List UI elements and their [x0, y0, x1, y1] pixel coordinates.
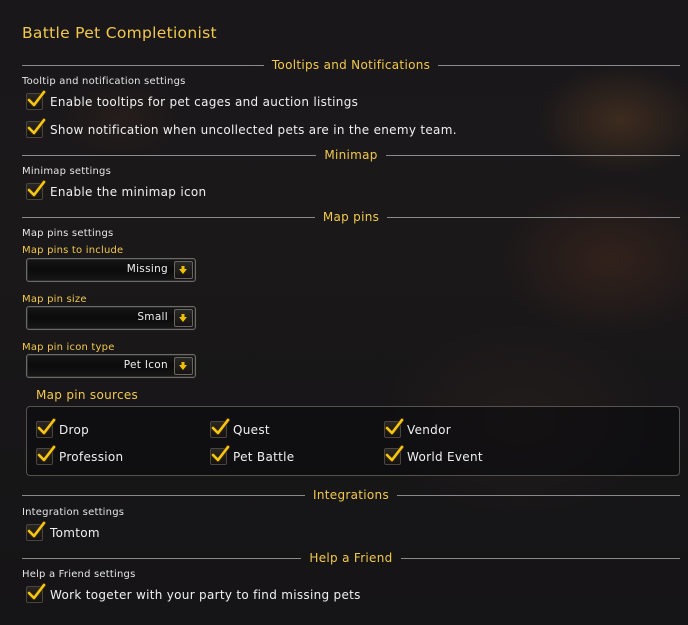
arrow-down-icon	[178, 361, 188, 371]
dropdown-button[interactable]	[174, 357, 193, 375]
checkbox-label: Pet Battle	[233, 449, 295, 464]
section-title: Map pins	[322, 210, 380, 224]
section-sublabel: Map pins settings	[22, 228, 114, 239]
divider-line	[22, 557, 302, 559]
section-header-minimap: Minimap	[22, 148, 681, 162]
checkbox-label: Quest	[233, 422, 270, 437]
checkbox[interactable]	[26, 183, 43, 200]
checkbox-source-pet-battle[interactable]: Pet Battle	[210, 448, 294, 465]
divider-line	[22, 64, 264, 66]
section-header-map-pins: Map pins	[22, 210, 681, 224]
divider-line	[438, 64, 681, 66]
dropdown-button[interactable]	[174, 261, 193, 279]
checkbox-source-world-event[interactable]: World Event	[384, 448, 483, 465]
divider-line	[22, 154, 317, 156]
checkbox-tomtom[interactable]: Tomtom	[26, 524, 100, 541]
section-sublabel: Minimap settings	[22, 166, 111, 177]
checkmark-icon	[26, 521, 46, 541]
divider-line	[22, 216, 315, 218]
checkmark-icon	[210, 418, 230, 438]
checkbox[interactable]	[36, 448, 53, 465]
checkmark-icon	[26, 180, 46, 200]
dropdown-value: Missing	[126, 263, 168, 275]
dropdown-label: Map pin icon type	[22, 342, 115, 353]
checkbox-label: Tomtom	[50, 525, 100, 540]
checkmark-icon	[384, 445, 404, 465]
section-sublabel: Integration settings	[22, 507, 125, 518]
checkbox-help-a-friend[interactable]: Work togeter with your party to find mis…	[26, 586, 361, 603]
checkmark-icon	[26, 118, 46, 138]
checkbox[interactable]	[36, 421, 53, 438]
checkmark-icon	[26, 90, 46, 110]
checkbox-label: Show notification when uncollected pets …	[50, 122, 457, 137]
checkbox-source-drop[interactable]: Drop	[36, 421, 89, 438]
section-sublabel: Help a Friend settings	[22, 569, 136, 580]
divider-line	[397, 494, 681, 496]
dropdown-map-pin-icon-type[interactable]: Pet Icon	[26, 354, 196, 378]
dropdown-map-pins-to-include[interactable]: Missing	[26, 258, 196, 282]
checkbox-label: Vendor	[407, 422, 451, 437]
dropdown-value: Small	[137, 311, 168, 323]
checkbox-label: Drop	[59, 422, 90, 437]
checkbox[interactable]	[210, 448, 227, 465]
dropdown-button[interactable]	[174, 309, 193, 327]
checkbox[interactable]	[26, 121, 43, 138]
section-title: Integrations	[313, 488, 389, 502]
checkbox-label: Enable the minimap icon	[50, 184, 207, 199]
checkbox-show-notification[interactable]: Show notification when uncollected pets …	[26, 121, 457, 138]
checkmark-icon	[36, 445, 56, 465]
divider-line	[22, 494, 306, 496]
arrow-down-icon	[178, 313, 188, 323]
checkmark-icon	[384, 418, 404, 438]
checkbox[interactable]	[26, 93, 43, 110]
map-pin-sources-title: Map pin sources	[36, 388, 139, 402]
map-pin-sources-panel	[26, 406, 680, 476]
dropdown-value: Pet Icon	[123, 359, 168, 371]
checkbox-enable-tooltips[interactable]: Enable tooltips for pet cages and auctio…	[26, 93, 358, 110]
section-header-help-a-friend: Help a Friend	[22, 551, 680, 565]
addon-title: Battle Pet Completionist	[22, 24, 217, 42]
section-sublabel: Tooltip and notification settings	[22, 76, 186, 87]
checkbox-minimap-icon[interactable]: Enable the minimap icon	[26, 183, 206, 200]
checkbox-label: Profession	[59, 449, 124, 464]
section-title: Help a Friend	[309, 551, 393, 565]
section-header-integrations: Integrations	[22, 488, 681, 502]
divider-line	[400, 557, 680, 559]
section-title: Tooltips and Notifications	[271, 58, 431, 72]
checkbox[interactable]	[384, 421, 401, 438]
arrow-down-icon	[178, 265, 188, 275]
divider-line	[387, 216, 681, 218]
checkbox-source-profession[interactable]: Profession	[36, 448, 123, 465]
checkbox-label: Enable tooltips for pet cages and auctio…	[50, 94, 359, 109]
dropdown-label: Map pins to include	[22, 245, 124, 256]
divider-line	[385, 154, 681, 156]
checkbox-source-quest[interactable]: Quest	[210, 421, 270, 438]
checkmark-icon	[36, 418, 56, 438]
checkbox-label: World Event	[407, 449, 483, 464]
checkbox[interactable]	[384, 448, 401, 465]
section-title: Minimap	[324, 148, 378, 162]
section-header-tooltips: Tooltips and Notifications	[22, 58, 681, 72]
checkmark-icon	[26, 583, 46, 603]
checkbox[interactable]	[26, 586, 43, 603]
checkbox-label: Work togeter with your party to find mis…	[50, 587, 361, 602]
checkmark-icon	[210, 445, 230, 465]
checkbox[interactable]	[210, 421, 227, 438]
dropdown-map-pin-size[interactable]: Small	[26, 306, 196, 330]
checkbox[interactable]	[26, 524, 43, 541]
checkbox-source-vendor[interactable]: Vendor	[384, 421, 451, 438]
dropdown-label: Map pin size	[22, 294, 87, 305]
